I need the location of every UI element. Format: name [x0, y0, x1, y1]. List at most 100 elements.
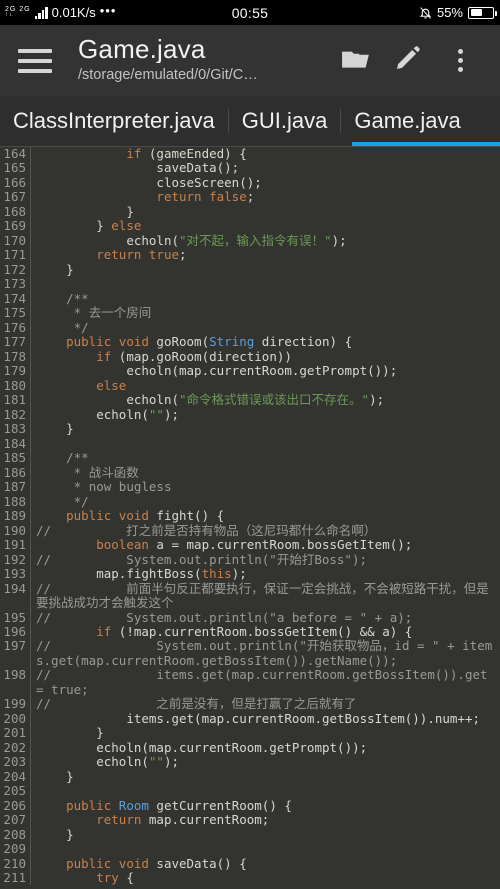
tab-game[interactable]: Game.java — [341, 96, 473, 146]
code-line[interactable]: 175 * 去一个房间 — [0, 305, 500, 321]
code-line[interactable]: 192 // System.out.println("开始打Boss"); — [0, 552, 500, 568]
code-text[interactable]: if (gameEnded) { — [36, 146, 500, 161]
code-line[interactable]: 210 public void saveData() { — [0, 856, 500, 872]
code-text[interactable]: if (map.goRoom(direction)) — [36, 349, 500, 364]
code-line[interactable]: 203 echoln(""); — [0, 754, 500, 770]
code-line[interactable]: 209 — [0, 841, 500, 857]
code-text[interactable]: } — [36, 769, 500, 784]
file-tab-bar[interactable]: ClassInterpreter.java GUI.java Game.java — [0, 96, 500, 146]
code-text[interactable]: echoln(map.currentRoom.getPrompt()); — [36, 364, 500, 378]
code-line[interactable]: 208 } — [0, 827, 500, 843]
tab-gui[interactable]: GUI.java — [229, 96, 341, 146]
code-line[interactable]: 205 — [0, 783, 500, 799]
code-text[interactable] — [36, 842, 500, 856]
code-line[interactable]: 180 else — [0, 378, 500, 394]
code-text[interactable]: /** — [36, 450, 500, 465]
code-text[interactable]: } — [36, 726, 500, 740]
code-line[interactable]: 178 if (map.goRoom(direction)) — [0, 349, 500, 365]
code-text[interactable]: boolean a = map.currentRoom.bossGetItem(… — [36, 537, 500, 552]
code-text[interactable]: echoln(""); — [36, 407, 500, 422]
code-line[interactable]: 206 public Room getCurrentRoom() { — [0, 798, 500, 814]
code-text[interactable]: // System.out.println("开始获取物品，id = " + i… — [36, 639, 500, 668]
code-line[interactable]: 168 } — [0, 204, 500, 220]
code-text[interactable]: } else — [36, 219, 500, 233]
code-text[interactable]: items.get(map.currentRoom.getBossItem())… — [36, 711, 500, 726]
code-text[interactable]: public void saveData() { — [36, 856, 500, 871]
code-line[interactable]: 196 if (!map.currentRoom.bossGetItem() &… — [0, 624, 500, 640]
code-line[interactable]: 198 // items.get(map.currentRoom.getBossI… — [0, 667, 500, 698]
code-line[interactable]: 200 items.get(map.currentRoom.getBossIte… — [0, 711, 500, 727]
code-line[interactable]: 181 echoln("命令格式错误或该出口不存在。"); — [0, 392, 500, 408]
code-line[interactable]: 188 */ — [0, 494, 500, 510]
tab-classinterpreter[interactable]: ClassInterpreter.java — [0, 96, 228, 146]
code-text[interactable]: */ — [36, 320, 500, 335]
code-text[interactable] — [36, 277, 500, 291]
code-text[interactable]: try { — [36, 870, 500, 885]
code-text[interactable]: // System.out.println("a before = " + a)… — [36, 610, 500, 625]
code-line[interactable]: 186 * 战斗函数 — [0, 465, 500, 481]
code-line[interactable]: 202 echoln(map.currentRoom.getPrompt()); — [0, 740, 500, 756]
code-line[interactable]: 174 /** — [0, 291, 500, 307]
code-text[interactable] — [36, 437, 500, 451]
code-line[interactable]: 173 — [0, 276, 500, 292]
code-text[interactable]: if (!map.currentRoom.bossGetItem() && a)… — [36, 624, 500, 639]
code-text[interactable]: // 前面半句反正都要执行，保证一定会挑战，不会被短路干扰，但是要挑战成功才会触… — [36, 581, 500, 611]
code-line[interactable]: 182 echoln(""); — [0, 407, 500, 423]
hamburger-menu-icon[interactable] — [18, 48, 52, 73]
code-text[interactable]: closeScreen(); — [36, 175, 500, 190]
code-text[interactable]: public Room getCurrentRoom() { — [36, 798, 500, 813]
code-text[interactable]: saveData(); — [36, 161, 500, 175]
code-line[interactable]: 165 saveData(); — [0, 160, 500, 176]
code-line[interactable]: 189 public void fight() { — [0, 508, 500, 524]
code-line[interactable]: 184 — [0, 436, 500, 452]
code-line[interactable]: 183 } — [0, 421, 500, 437]
code-line[interactable]: 170 echoln("对不起，输入指令有误！"); — [0, 233, 500, 249]
code-line[interactable]: 185 /** — [0, 450, 500, 466]
code-line[interactable]: 194 // 前面半句反正都要执行，保证一定会挑战，不会被短路干扰，但是要挑战成功… — [0, 581, 500, 611]
code-line[interactable]: 207 return map.currentRoom; — [0, 812, 500, 828]
code-text[interactable]: } — [36, 262, 500, 277]
code-text[interactable]: return true; — [36, 248, 500, 262]
code-line[interactable]: 193 map.fightBoss(this); — [0, 566, 500, 582]
code-text[interactable]: map.fightBoss(this); — [36, 566, 500, 581]
code-line[interactable]: 176 */ — [0, 320, 500, 336]
code-line[interactable]: 171 return true; — [0, 247, 500, 263]
code-text[interactable]: // System.out.println("开始打Boss"); — [36, 552, 500, 567]
code-text[interactable]: */ — [36, 494, 500, 509]
code-line[interactable]: 172 } — [0, 262, 500, 278]
code-text[interactable]: echoln(""); — [36, 755, 500, 769]
code-text[interactable]: } — [36, 827, 500, 842]
code-text[interactable]: * 去一个房间 — [36, 306, 500, 320]
code-line[interactable]: 177 public void goRoom(String direction)… — [0, 334, 500, 350]
code-text[interactable]: * 战斗函数 — [36, 465, 500, 480]
code-text[interactable] — [36, 784, 500, 798]
edit-button[interactable] — [382, 35, 434, 87]
code-text[interactable]: return map.currentRoom; — [36, 813, 500, 827]
code-line[interactable]: 195 // System.out.println("a before = " +… — [0, 610, 500, 625]
code-text[interactable]: echoln("对不起，输入指令有误！"); — [36, 233, 500, 248]
code-line[interactable]: 197 // System.out.println("开始获取物品，id = " … — [0, 638, 500, 669]
code-text[interactable]: // items.get(map.currentRoom.getBossItem… — [36, 668, 500, 697]
code-text[interactable]: return false; — [36, 190, 500, 204]
code-text[interactable]: public void goRoom(String direction) { — [36, 335, 500, 349]
code-line[interactable]: 187 * now bugless — [0, 479, 500, 495]
code-line[interactable]: 201 } — [0, 725, 500, 741]
code-text[interactable]: } — [36, 421, 500, 436]
code-line[interactable]: 167 return false; — [0, 189, 500, 205]
code-line[interactable]: 191 boolean a = map.currentRoom.bossGetI… — [0, 537, 500, 553]
code-line[interactable]: 166 closeScreen(); — [0, 175, 500, 191]
code-text[interactable]: // 之前是没有，但是打赢了之后就有了 — [36, 697, 500, 711]
code-text[interactable]: else — [36, 378, 500, 393]
code-text[interactable]: * now bugless — [36, 479, 500, 494]
code-text[interactable]: echoln(map.currentRoom.getPrompt()); — [36, 740, 500, 755]
code-editor[interactable]: 164 if (gameEnded) {165 saveData(); 166 c… — [0, 146, 500, 885]
code-text[interactable]: /** — [36, 291, 500, 306]
more-options-button[interactable] — [434, 35, 486, 87]
code-lines-container[interactable]: 164 if (gameEnded) {165 saveData(); 166 c… — [0, 146, 500, 885]
code-text[interactable]: echoln("命令格式错误或该出口不存在。"); — [36, 392, 500, 407]
code-text[interactable]: public void fight() { — [36, 508, 500, 523]
code-line[interactable]: 211 try { — [0, 870, 500, 885]
code-line[interactable]: 169 } else — [0, 218, 500, 234]
code-line[interactable]: 199 // 之前是没有，但是打赢了之后就有了 — [0, 696, 500, 712]
code-text[interactable]: } — [36, 204, 500, 219]
